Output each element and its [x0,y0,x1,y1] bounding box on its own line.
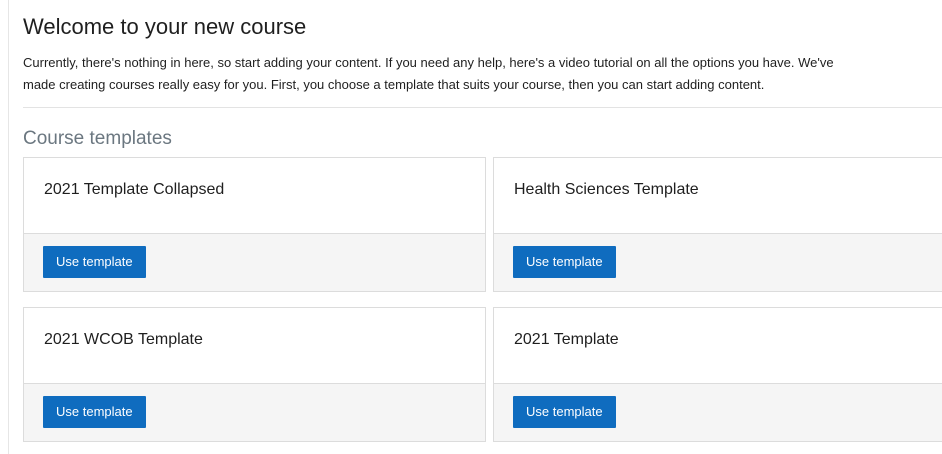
course-welcome-panel: Welcome to your new course Currently, th… [23,0,942,454]
template-card-body: 2021 Template Collapsed [24,158,485,233]
template-card-body: 2021 Template [494,308,942,383]
template-card-body: Health Sciences Template [494,158,942,233]
template-card-body: 2021 WCOB Template [24,308,485,383]
template-card-health-sciences-template: Health Sciences Template Use template [493,157,942,292]
page-title: Welcome to your new course [23,14,307,39]
template-card-footer: Use template [494,383,942,441]
template-card-footer: Use template [24,383,485,441]
template-card-2021-template-collapsed: 2021 Template Collapsed Use template [23,157,486,292]
course-templates-heading: Course templates [23,128,172,149]
use-template-button[interactable]: Use template [513,246,616,278]
use-template-button[interactable]: Use template [43,246,146,278]
template-name: 2021 Template [514,331,619,348]
template-card-2021-template: 2021 Template Use template [493,307,942,442]
intro-text-line-1: Currently, there's nothing in here, so s… [23,55,834,70]
template-card-footer: Use template [494,233,942,291]
template-name: Health Sciences Template [514,181,699,198]
template-name: 2021 Template Collapsed [44,181,225,198]
section-divider [23,107,942,108]
intro-text: Currently, there's nothing in here, so s… [23,52,942,96]
template-card-2021-wcob-template: 2021 WCOB Template Use template [23,307,486,442]
template-name: 2021 WCOB Template [44,331,203,348]
intro-text-line-2: made creating courses really easy for yo… [23,77,765,92]
use-template-button[interactable]: Use template [513,396,616,428]
template-card-footer: Use template [24,233,485,291]
use-template-button[interactable]: Use template [43,396,146,428]
page-left-border [8,0,9,454]
